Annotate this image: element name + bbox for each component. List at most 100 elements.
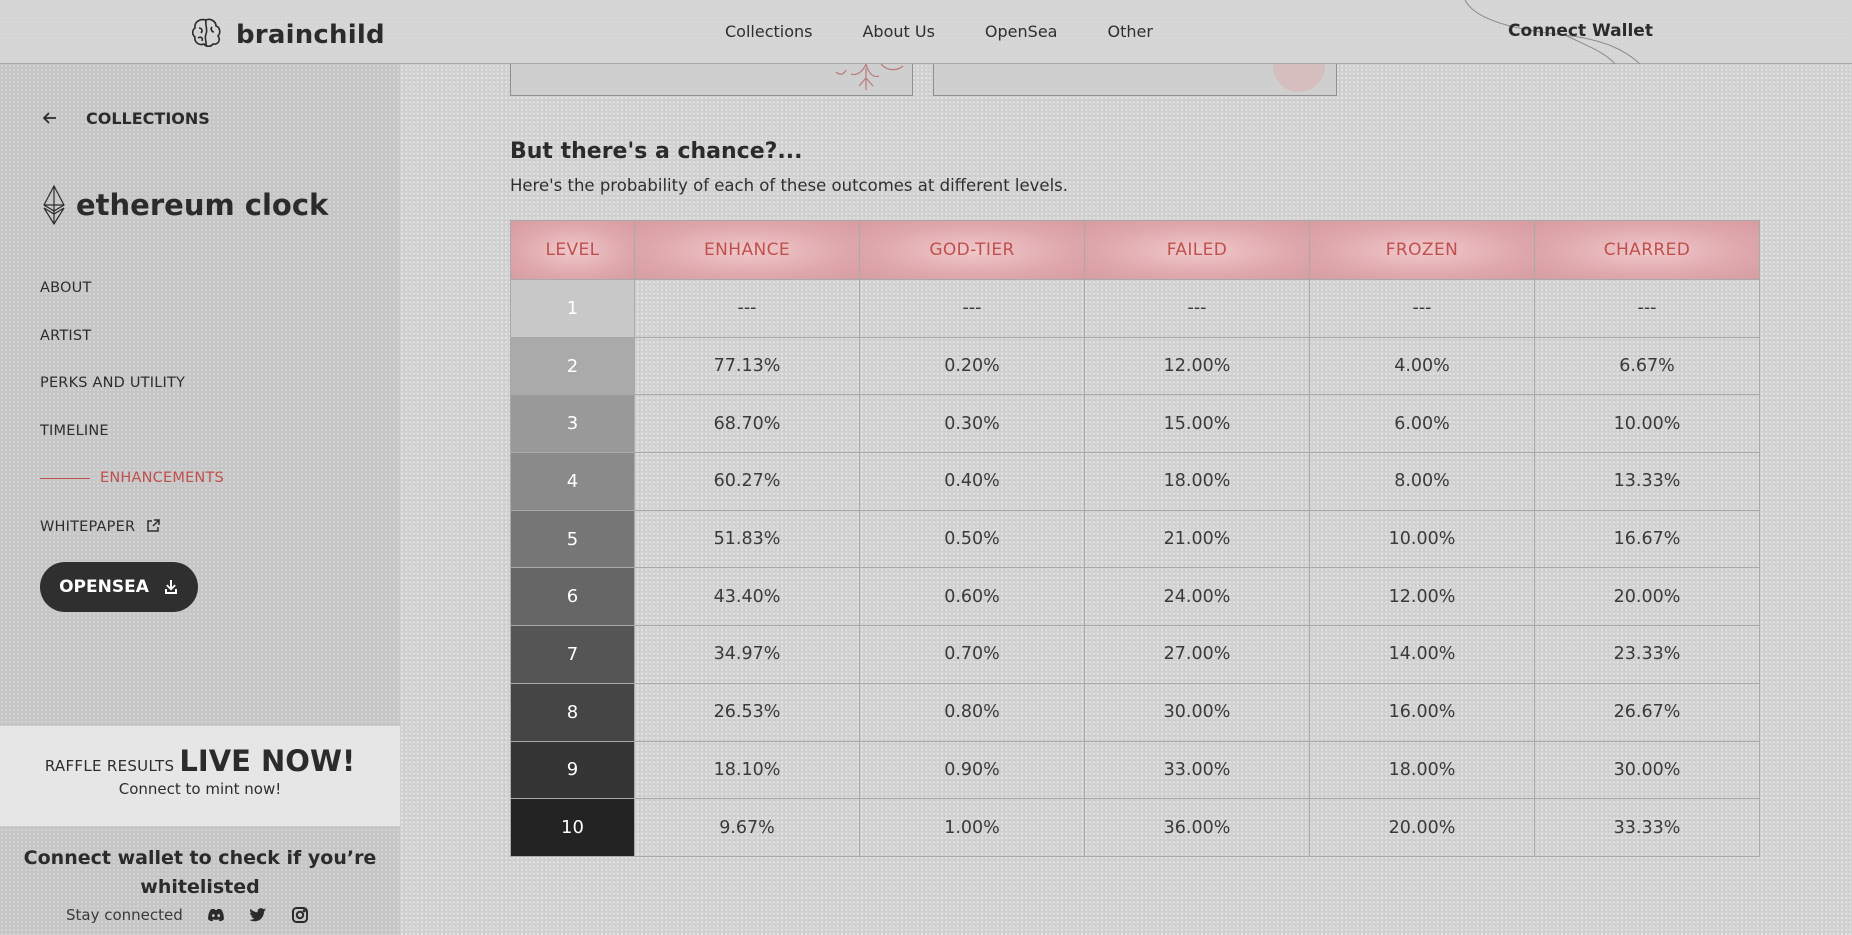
cell-level: 7 xyxy=(510,625,635,684)
cell-enhance: 26.53% xyxy=(634,682,860,742)
column-header-frozen: FROZEN xyxy=(1309,220,1535,280)
back-label[interactable]: COLLECTIONS xyxy=(86,109,210,128)
cell-god-tier: 0.80% xyxy=(859,682,1085,742)
cell-frozen: 6.00% xyxy=(1309,394,1535,454)
cell-failed: 18.00% xyxy=(1084,452,1310,511)
cell-level: 1 xyxy=(510,279,635,338)
cell-god-tier: 0.20% xyxy=(859,336,1085,396)
table-row: 9 18.10% 0.90% 33.00% 18.00% 30.00% xyxy=(510,740,1760,800)
sidebar-item-enhancements[interactable]: ENHANCEMENTS xyxy=(40,470,224,486)
sidebar-item-whitepaper[interactable]: WHITEPAPER xyxy=(40,518,161,535)
active-indicator xyxy=(40,477,90,479)
cell-level: 4 xyxy=(510,452,635,511)
twitter-icon[interactable] xyxy=(249,906,267,924)
table-row: 1 --- --- --- --- --- xyxy=(510,279,1760,338)
section-title: But there's a chance?... xyxy=(510,139,803,164)
cell-charred: 26.67% xyxy=(1534,682,1760,742)
cell-enhance: 51.83% xyxy=(634,509,860,569)
sidebar-item-timeline[interactable]: TIMELINE xyxy=(40,423,109,439)
cell-charred: 16.67% xyxy=(1534,509,1760,569)
social-row: Stay connected xyxy=(66,906,333,924)
cell-failed: --- xyxy=(1084,279,1310,338)
cell-god-tier: 0.70% xyxy=(859,625,1085,684)
cell-frozen: 10.00% xyxy=(1309,509,1535,569)
nav-opensea[interactable]: OpenSea xyxy=(985,22,1058,41)
ice-illustration-icon xyxy=(1273,40,1325,92)
cell-god-tier: 0.50% xyxy=(859,509,1085,569)
nav-collections[interactable]: Collections xyxy=(725,22,812,41)
opensea-button-label: OPENSEA xyxy=(59,577,149,597)
table-header-row: LEVEL ENHANCE GOD-TIER FAILED FROZEN CHA… xyxy=(510,220,1760,280)
cell-failed: 27.00% xyxy=(1084,625,1310,684)
cell-god-tier: 1.00% xyxy=(859,798,1085,857)
raffle-live-label: LIVE NOW! xyxy=(179,744,356,778)
sidebar-item-artist[interactable]: ARTIST xyxy=(40,328,91,344)
back-to-collections[interactable]: COLLECTIONS xyxy=(40,108,210,128)
cell-failed: 36.00% xyxy=(1084,798,1310,857)
brain-logo-icon xyxy=(190,16,222,54)
arrow-left-icon[interactable] xyxy=(40,108,60,128)
cell-frozen: 16.00% xyxy=(1309,682,1535,742)
top-header: brainchild Collections About Us OpenSea … xyxy=(0,0,1852,64)
cell-enhance: 18.10% xyxy=(634,740,860,800)
connect-wallet-button[interactable]: Connect Wallet xyxy=(1508,21,1653,41)
cell-god-tier: 0.90% xyxy=(859,740,1085,800)
cell-frozen: 14.00% xyxy=(1309,625,1535,684)
opensea-button[interactable]: OPENSEA xyxy=(40,562,198,612)
section-subtitle: Here's the probability of each of these … xyxy=(510,176,1068,195)
sidebar-item-label: WHITEPAPER xyxy=(40,519,136,535)
sidebar-item-about[interactable]: ABOUT xyxy=(40,280,92,296)
cell-failed: 15.00% xyxy=(1084,394,1310,454)
cell-charred: 33.33% xyxy=(1534,798,1760,857)
cell-level: 10 xyxy=(510,798,635,857)
nav-other[interactable]: Other xyxy=(1107,22,1152,41)
cell-charred: 6.67% xyxy=(1534,336,1760,396)
column-header-charred: CHARRED xyxy=(1534,220,1760,280)
ethereum-icon xyxy=(43,184,65,226)
cell-level: 9 xyxy=(510,740,635,800)
download-icon xyxy=(164,580,177,594)
brand[interactable]: brainchild xyxy=(190,16,385,54)
nav-about-us[interactable]: About Us xyxy=(862,22,934,41)
table-row: 8 26.53% 0.80% 30.00% 16.00% 26.67% xyxy=(510,682,1760,742)
cell-frozen: 12.00% xyxy=(1309,567,1535,627)
cell-level: 5 xyxy=(510,509,635,569)
probability-table: LEVEL ENHANCE GOD-TIER FAILED FROZEN CHA… xyxy=(510,220,1760,857)
cell-failed: 21.00% xyxy=(1084,509,1310,569)
raffle-label: RAFFLE RESULTS xyxy=(44,757,175,775)
cell-frozen: 4.00% xyxy=(1309,336,1535,396)
sidebar: COLLECTIONS ethereum clock ABOUT ARTIST … xyxy=(0,64,400,935)
main-nav: Collections About Us OpenSea Other xyxy=(725,22,1203,41)
cell-enhance: 34.97% xyxy=(634,625,860,684)
cell-failed: 12.00% xyxy=(1084,336,1310,396)
cell-charred: 10.00% xyxy=(1534,394,1760,454)
cell-charred: 23.33% xyxy=(1534,625,1760,684)
preview-card xyxy=(933,40,1337,96)
cell-enhance: 60.27% xyxy=(634,452,860,511)
cell-enhance: --- xyxy=(634,279,860,338)
cell-level: 2 xyxy=(510,336,635,396)
sidebar-item-perks[interactable]: PERKS AND UTILITY xyxy=(40,375,185,391)
preview-card xyxy=(510,63,913,96)
column-header-level: LEVEL xyxy=(510,220,635,280)
raffle-subtext: Connect to mint now! xyxy=(118,780,282,798)
cell-charred: 13.33% xyxy=(1534,452,1760,511)
cell-enhance: 77.13% xyxy=(634,336,860,396)
external-link-icon xyxy=(147,519,160,532)
cell-god-tier: 0.60% xyxy=(859,567,1085,627)
cell-frozen: 8.00% xyxy=(1309,452,1535,511)
table-body: 1 --- --- --- --- --- 2 77.13% 0.20% 12.00% 4.00% 6… xyxy=(510,279,1760,857)
cell-level: 3 xyxy=(510,394,635,454)
raffle-banner[interactable]: RAFFLE RESULTS LIVE NOW! Connect to mint… xyxy=(0,726,400,826)
table-row: 3 68.70% 0.30% 15.00% 6.00% 10.00% xyxy=(510,394,1760,454)
table-row: 2 77.13% 0.20% 12.00% 4.00% 6.67% xyxy=(510,336,1760,396)
cell-enhance: 68.70% xyxy=(634,394,860,454)
cell-charred: 20.00% xyxy=(1534,567,1760,627)
cell-charred: --- xyxy=(1534,279,1760,338)
cell-failed: 24.00% xyxy=(1084,567,1310,627)
column-header-enhance: ENHANCE xyxy=(634,220,860,280)
cell-enhance: 9.67% xyxy=(634,798,860,857)
instagram-icon[interactable] xyxy=(291,906,309,924)
table-row: 7 34.97% 0.70% 27.00% 14.00% 23.33% xyxy=(510,625,1760,684)
discord-icon[interactable] xyxy=(207,906,225,924)
